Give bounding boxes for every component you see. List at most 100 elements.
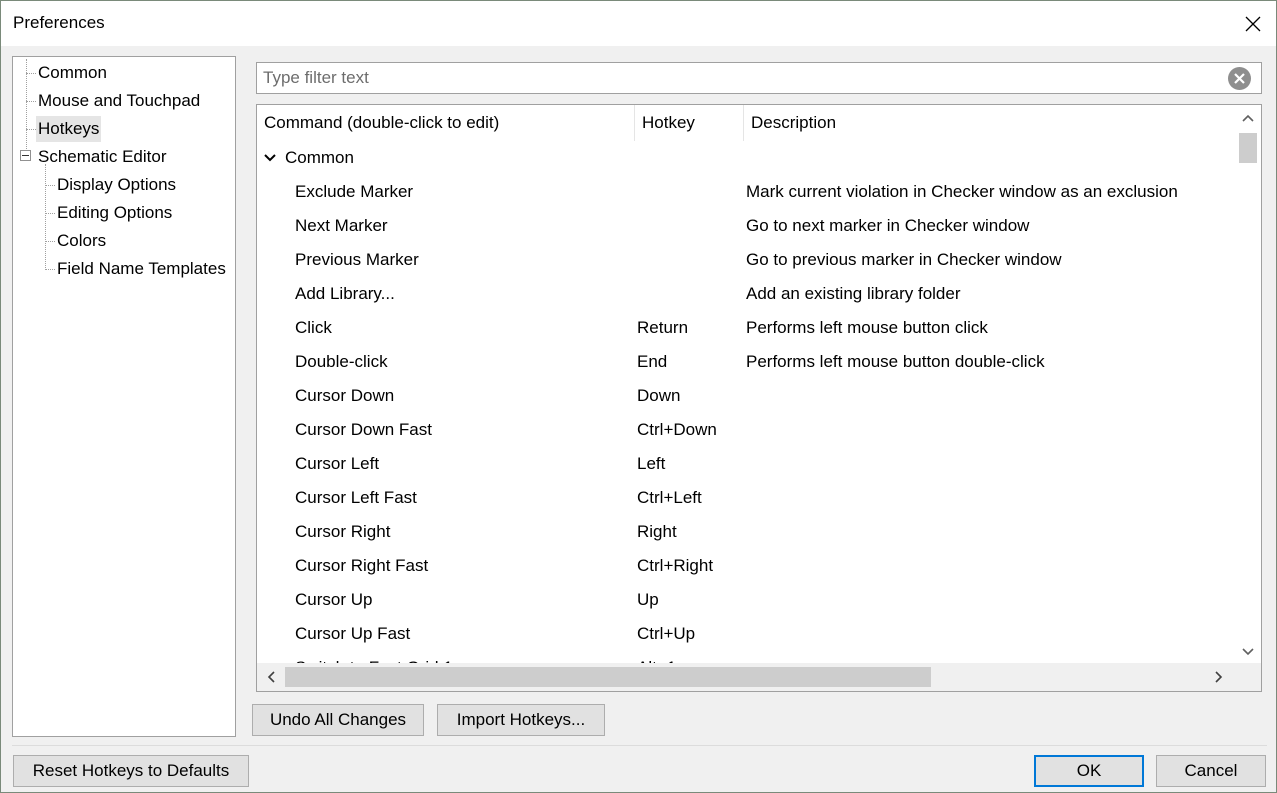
table-row[interactable]: Click Return Performs left mouse button cl… xyxy=(257,311,1235,345)
table-row[interactable]: Cursor Left Left xyxy=(257,447,1235,481)
table-row[interactable]: Exclude Marker Mark current violation in … xyxy=(257,175,1235,209)
horizontal-scroll-thumb[interactable] xyxy=(285,667,931,687)
horizontal-scrollbar[interactable] xyxy=(257,663,1261,691)
table-header: Command (double-click to edit) Hotkey De… xyxy=(257,105,1235,141)
tree-line xyxy=(26,101,36,102)
cell-command: Double-click xyxy=(295,352,388,371)
cell-description: Go to previous marker in Checker window xyxy=(746,250,1062,269)
cell-command: Cursor Up xyxy=(295,590,373,609)
chevron-down-icon[interactable] xyxy=(264,153,276,163)
tree-line xyxy=(45,185,55,186)
table-row[interactable]: Cursor Right Fast Ctrl+Right xyxy=(257,549,1235,583)
tree-line xyxy=(45,213,55,214)
cell-command: Cursor Down xyxy=(295,386,395,405)
table-row[interactable]: Cursor Up Fast Ctrl+Up xyxy=(257,617,1235,651)
cell-command: Cursor Right Fast xyxy=(295,556,429,575)
tree-item-display-options[interactable]: Display Options xyxy=(57,172,176,198)
cell-command: Cursor Down Fast xyxy=(295,420,432,439)
cell-command: Cursor Left xyxy=(295,454,380,473)
scroll-left-arrow[interactable] xyxy=(257,663,285,691)
tree-line xyxy=(26,129,36,130)
ok-button[interactable]: OK xyxy=(1034,755,1144,787)
cell-command: Add Library... xyxy=(295,284,395,303)
filter-input[interactable] xyxy=(257,63,1217,93)
tree-line xyxy=(26,73,36,74)
chevron-down-icon xyxy=(1242,648,1254,656)
preferences-tree: Common Mouse and Touchpad Hotkeys Schema… xyxy=(12,56,236,737)
cell-command: Next Marker xyxy=(295,216,388,235)
tree-item-schematic-editor[interactable]: Schematic Editor xyxy=(38,144,167,170)
tree-item-editing-options[interactable]: Editing Options xyxy=(57,200,172,226)
table-row[interactable]: Cursor Left Fast Ctrl+Left xyxy=(257,481,1235,515)
cell-description: Performs left mouse button click xyxy=(746,318,988,337)
undo-all-changes-button[interactable]: Undo All Changes xyxy=(252,704,424,736)
cell-hotkey: Ctrl+Up xyxy=(637,624,696,643)
cell-description: Mark current violation in Checker window… xyxy=(746,182,1178,201)
clear-icon xyxy=(1234,73,1245,84)
scroll-right-arrow[interactable] xyxy=(1205,663,1233,691)
clear-filter-button[interactable] xyxy=(1228,67,1251,90)
cell-description: Performs left mouse button double-click xyxy=(746,352,1045,371)
group-label: Common xyxy=(285,148,354,167)
close-button[interactable] xyxy=(1230,1,1276,46)
cell-hotkey: Left xyxy=(637,454,666,473)
cell-hotkey: Ctrl+Left xyxy=(637,488,702,507)
title-bar: Preferences xyxy=(1,1,1276,46)
tree-item-mouse-and-touchpad[interactable]: Mouse and Touchpad xyxy=(38,88,200,114)
chevron-left-icon xyxy=(267,671,275,683)
tree-item-common[interactable]: Common xyxy=(38,60,107,86)
hotkeys-table: Command (double-click to edit) Hotkey De… xyxy=(256,104,1262,692)
table-row[interactable]: Cursor Up Up xyxy=(257,583,1235,617)
cell-hotkey: Up xyxy=(637,590,659,609)
column-header-hotkey[interactable]: Hotkey xyxy=(634,105,743,141)
table-row[interactable]: Cursor Down Down xyxy=(257,379,1235,413)
import-hotkeys-button[interactable]: Import Hotkeys... xyxy=(437,704,605,736)
preferences-dialog: Preferences Common Mouse and Touchpad Ho… xyxy=(0,0,1277,793)
cell-command: Click xyxy=(295,318,332,337)
table-row[interactable]: Next Marker Go to next marker in Checker … xyxy=(257,209,1235,243)
vertical-scroll-thumb[interactable] xyxy=(1239,133,1257,163)
cell-description: Add an existing library folder xyxy=(746,284,961,303)
table-row[interactable]: Switch to Fast Grid 1 Alt+1 xyxy=(257,651,1235,663)
table-row[interactable]: Double-click End Performs left mouse butto… xyxy=(257,345,1235,379)
tree-item-colors[interactable]: Colors xyxy=(57,228,106,254)
cell-command: Cursor Right xyxy=(295,522,391,541)
table-row[interactable]: Previous Marker Go to previous marker in … xyxy=(257,243,1235,277)
cell-command: Exclude Marker xyxy=(295,182,414,201)
cell-hotkey: End xyxy=(637,352,668,371)
cell-hotkey: Ctrl+Right xyxy=(637,556,714,575)
cell-hotkey: Alt+1 xyxy=(637,651,676,663)
group-row-common[interactable]: Common xyxy=(257,141,1235,175)
tree-item-hotkeys[interactable]: Hotkeys xyxy=(36,116,102,142)
window-title: Preferences xyxy=(13,13,105,32)
tree-line xyxy=(45,269,55,270)
footer-divider xyxy=(12,745,1267,746)
table-row[interactable]: Add Library... Add an existing library fo… xyxy=(257,277,1235,311)
filter-field xyxy=(256,62,1262,94)
chevron-right-icon xyxy=(1215,671,1223,683)
tree-line xyxy=(45,164,46,270)
cell-command: Cursor Left Fast xyxy=(295,488,417,507)
cell-command: Previous Marker xyxy=(295,250,419,269)
scroll-up-arrow[interactable] xyxy=(1235,105,1261,131)
cell-command: Cursor Up Fast xyxy=(295,624,411,643)
cell-hotkey: Down xyxy=(637,386,681,405)
column-header-command[interactable]: Command (double-click to edit) xyxy=(257,105,634,141)
table-body: Common Exclude Marker Mark current violat… xyxy=(257,141,1235,663)
reset-hotkeys-button[interactable]: Reset Hotkeys to Defaults xyxy=(13,755,249,787)
close-icon xyxy=(1245,16,1261,31)
vertical-scrollbar[interactable] xyxy=(1235,105,1261,665)
cell-hotkey: Return xyxy=(637,318,689,337)
table-row[interactable]: Cursor Right Right xyxy=(257,515,1235,549)
cell-command: Switch to Fast Grid 1 xyxy=(295,651,453,663)
cell-hotkey: Right xyxy=(637,522,677,541)
table-row[interactable]: Cursor Down Fast Ctrl+Down xyxy=(257,413,1235,447)
collapse-toggle-icon[interactable] xyxy=(20,150,31,161)
column-header-description[interactable]: Description xyxy=(743,105,1235,141)
scroll-down-arrow[interactable] xyxy=(1235,639,1261,665)
chevron-up-icon xyxy=(1242,114,1254,122)
cell-hotkey: Ctrl+Down xyxy=(637,420,717,439)
cell-description: Go to next marker in Checker window xyxy=(746,216,1030,235)
cancel-button[interactable]: Cancel xyxy=(1156,755,1266,787)
tree-item-field-name-templates[interactable]: Field Name Templates xyxy=(57,256,226,282)
